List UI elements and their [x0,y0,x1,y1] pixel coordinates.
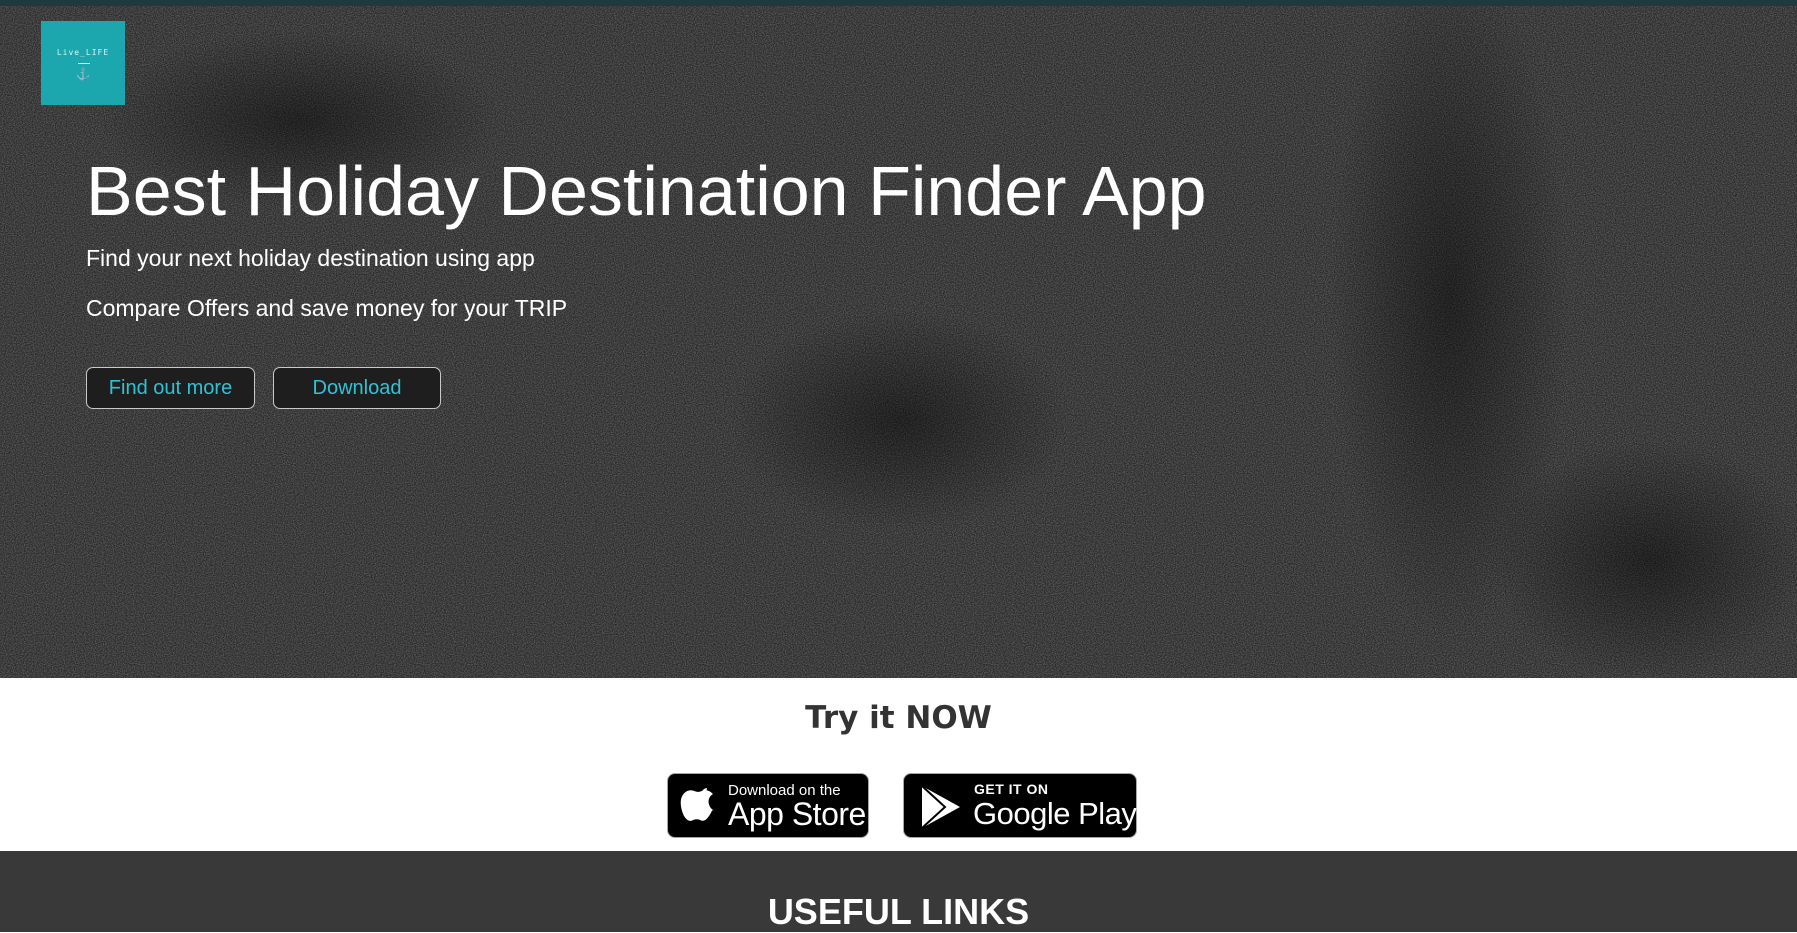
play-icon [921,785,960,829]
download-button[interactable]: Download [273,367,441,409]
google-play-big-text: Google Play [973,796,1137,831]
app-store-big-text: App Store [728,796,866,832]
google-play-badge[interactable]: GET IT ON Google Play [903,773,1137,838]
apple-icon [680,788,714,821]
useful-links-heading: USEFUL LINKS [767,891,1030,932]
find-out-more-button[interactable]: Find out more [86,367,255,409]
hero-section: Live_LIFE ⚓ Best Holiday Destination Fin… [0,0,1797,678]
top-border [0,0,1797,6]
footer: USEFUL LINKS [0,851,1797,932]
app-store-badge[interactable]: Download on the App Store [667,773,869,838]
site-logo[interactable]: Live_LIFE ⚓ [41,21,125,105]
hero-title: Best Holiday Destination Finder App [86,152,1207,230]
hero-subtitle-1: Find your next holiday destination using… [86,245,535,271]
hero-background [0,0,1797,678]
hero-subtitle-2: Compare Offers and save money for your T… [86,295,568,321]
anchor-icon: ⚓ [75,67,91,81]
try-it-now-heading: Try it NOW [805,700,992,736]
google-play-small-text: GET IT ON [974,781,1049,797]
logo-text: Live_LIFE [56,48,110,57]
logo-divider [78,63,90,64]
